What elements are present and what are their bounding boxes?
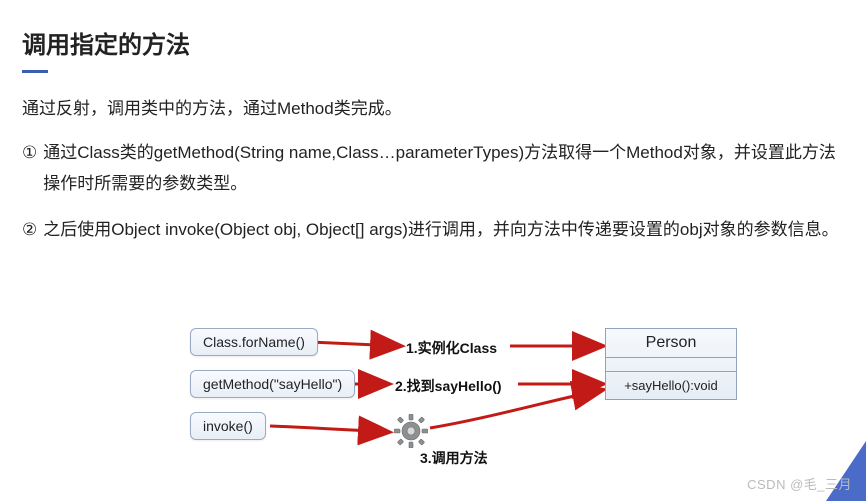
uml-class-name: Person (606, 329, 736, 358)
uml-empty-section (606, 358, 736, 372)
step-2-text: 之后使用Object invoke(Object obj, Object[] a… (43, 215, 842, 246)
watermark: CSDN @毛_三月 (747, 474, 852, 493)
step-1-num: ① (22, 138, 43, 199)
label-2-find: 2.找到sayHello() (395, 376, 502, 396)
uml-class-box: Person +sayHello():void (605, 328, 737, 400)
box-getmethod: getMethod("sayHello") (190, 370, 355, 398)
page-title: 调用指定的方法 (0, 0, 866, 60)
box-class-forname: Class.forName() (190, 328, 318, 356)
uml-method: +sayHello():void (606, 372, 736, 399)
label-1-instantiate: 1.实例化Class (406, 338, 497, 358)
gear-icon (394, 414, 428, 448)
box-invoke: invoke() (190, 412, 266, 440)
step-1-text: 通过Class类的getMethod(String name,Class…par… (43, 138, 842, 199)
label-3-invoke: 3.调用方法 (420, 448, 488, 468)
step-1: ① 通过Class类的getMethod(String name,Class…p… (0, 122, 866, 199)
diagram-area: Class.forName() getMethod("sayHello") in… (170, 320, 830, 480)
step-2: ② 之后使用Object invoke(Object obj, Object[]… (0, 199, 866, 246)
intro-text: 通过反射，调用类中的方法，通过Method类完成。 (0, 73, 866, 122)
step-2-num: ② (22, 215, 43, 246)
